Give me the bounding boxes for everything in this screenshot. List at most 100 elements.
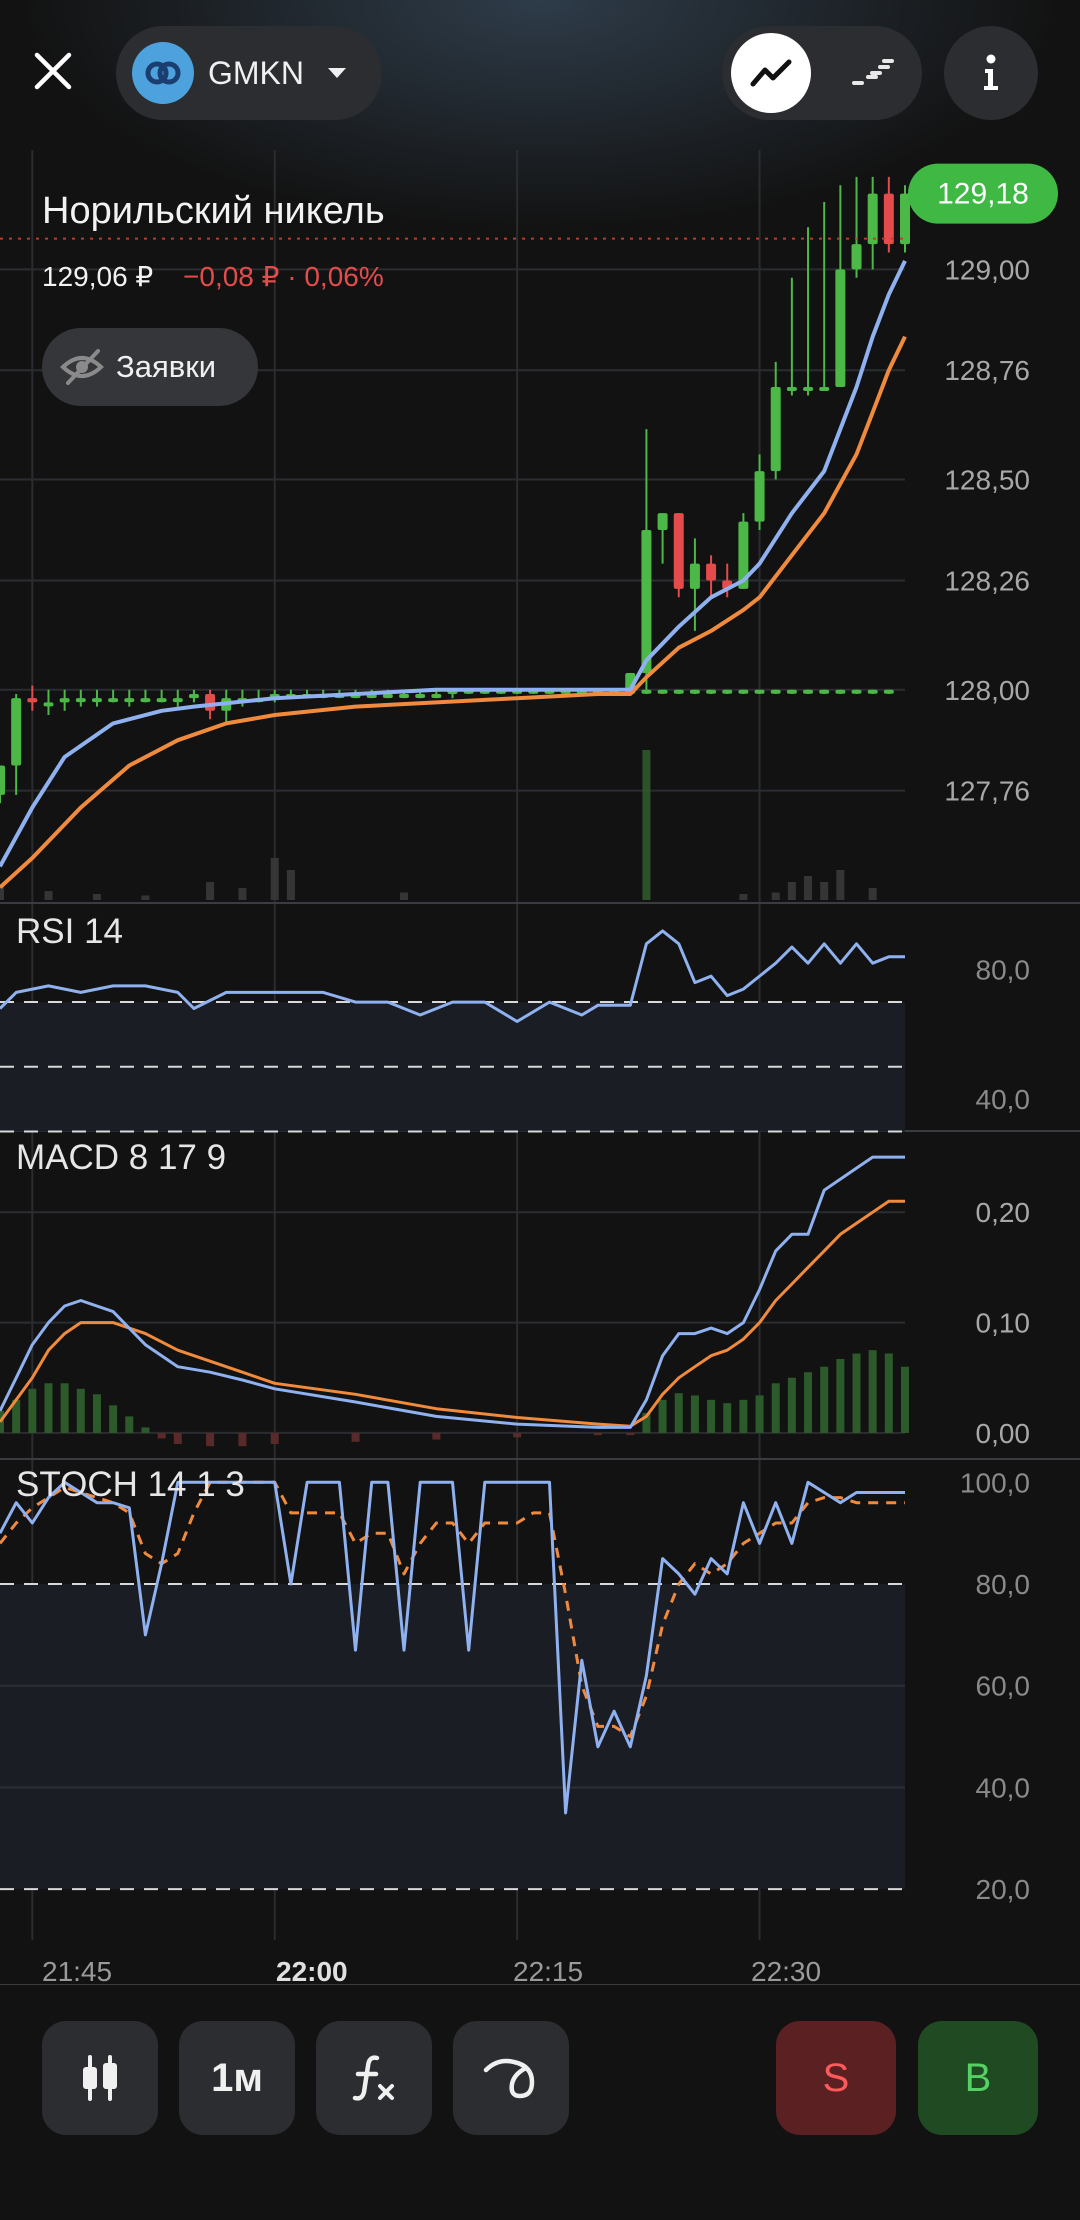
candle-body [754, 471, 765, 522]
macd-histogram-bar [351, 1432, 360, 1442]
current-price: 129,06 ₽ [42, 261, 154, 292]
volume-bar [141, 895, 150, 900]
chevron-down-icon [328, 68, 346, 78]
macd-histogram-bar [658, 1399, 667, 1433]
candle-body [706, 689, 717, 694]
candle-body [431, 693, 442, 698]
close-button[interactable] [18, 36, 88, 106]
candle-body [415, 693, 426, 698]
volume-bar [771, 892, 780, 900]
macd-histogram-bar [868, 1350, 877, 1433]
candle-body [803, 387, 814, 392]
candle-body [867, 689, 878, 694]
price-tick-label: 128,50 [944, 465, 1030, 496]
candle-body [0, 765, 5, 795]
drawing-tools-button[interactable] [453, 2021, 569, 2135]
line-chart-icon [750, 59, 792, 87]
candle-body [43, 702, 54, 707]
candle-body [673, 689, 684, 694]
candle-body [188, 693, 199, 699]
macd-tick-label: 0,20 [976, 1197, 1031, 1228]
macd-histogram-bar [109, 1405, 118, 1433]
indicators-button[interactable] [316, 2021, 432, 2135]
candle-body [11, 698, 22, 766]
price-change: −0,08 ₽ · 0,06% [183, 261, 384, 292]
macd-histogram-bar [60, 1383, 69, 1433]
candle-body [641, 689, 652, 694]
volume-bar [400, 892, 409, 900]
eye-off-icon [60, 349, 104, 385]
candle-body [706, 563, 717, 581]
price-tick-label: 128,76 [944, 355, 1030, 386]
macd-title: MACD 8 17 9 [16, 1138, 227, 1177]
price-tick-label: 129,00 [944, 254, 1030, 285]
rsi-title: RSI 14 [16, 912, 123, 951]
candle-body [883, 193, 894, 245]
stoch-tick-label: 20,0 [976, 1874, 1031, 1905]
volume-bar [820, 882, 829, 900]
macd-histogram-bar [44, 1383, 53, 1433]
macd-line [0, 1155, 905, 1429]
macd-histogram-bar [674, 1393, 683, 1433]
candle-mode-button[interactable] [832, 33, 912, 113]
time-label-2200: 22:00 [276, 1956, 348, 1987]
candle-body [754, 689, 765, 694]
candle-body [803, 689, 814, 694]
candle-body [851, 689, 862, 694]
macd-histogram-bar [28, 1388, 37, 1433]
volume-bar [804, 876, 813, 900]
sell-button[interactable]: S [776, 2021, 896, 2135]
stoch-tick-label: 60,0 [976, 1671, 1031, 1702]
volume-bar [206, 882, 215, 900]
rsi-tick-label: 80,0 [976, 955, 1031, 986]
macd-histogram-bar [852, 1353, 861, 1433]
candle-body [851, 244, 862, 270]
macd-histogram-bar [901, 1366, 909, 1433]
ticker-selector[interactable]: GMKN [116, 26, 382, 120]
volume-bar [739, 894, 748, 900]
info-button[interactable] [944, 26, 1038, 120]
macd-histogram-bar [707, 1399, 716, 1433]
bottom-toolbar: 1м S B [0, 1985, 1080, 2220]
time-label-2145: 21:45 [42, 1956, 113, 1987]
chart-area[interactable]: 129,00 128,76 128,50 128,26 128,00 127,76 129,… [0, 150, 1080, 1985]
macd-histogram-bar [626, 1432, 635, 1436]
buy-button[interactable]: B [918, 2021, 1038, 2135]
price-tick-label: 128,26 [944, 565, 1030, 596]
macd-histogram-bar [836, 1359, 845, 1433]
macd-histogram-bar [238, 1432, 247, 1447]
volume-bar [92, 894, 101, 900]
timeframe-button[interactable]: 1м [179, 2021, 295, 2135]
drawing-icon [483, 2058, 535, 2099]
candle-body [835, 689, 846, 694]
candle-body [27, 698, 38, 703]
macd-histogram-bar [173, 1432, 182, 1444]
macd-histogram-bar [513, 1432, 522, 1438]
candle-body [883, 689, 894, 694]
macd-histogram-bar [593, 1432, 602, 1436]
orders-toggle-button[interactable]: Заявки [42, 328, 258, 406]
candle-body [59, 698, 70, 703]
candles-type-button[interactable] [42, 2021, 158, 2135]
macd-histogram-bar [92, 1394, 101, 1433]
macd-histogram-bar [739, 1399, 748, 1433]
price-row: 129,06 ₽ −0,08 ₽ · 0,06% [42, 260, 384, 293]
line-mode-button[interactable] [731, 33, 811, 113]
candle-body [205, 693, 216, 711]
timeframe-label: 1м [211, 2055, 263, 2100]
macd-histogram-bar [771, 1383, 780, 1433]
volume-bar [44, 891, 53, 900]
macd-histogram-bar [270, 1432, 279, 1444]
candle-body [382, 693, 393, 698]
macd-histogram-bar [804, 1372, 813, 1433]
last-price-badge-text: 129,18 [937, 178, 1029, 211]
candlestick-mode-icon [852, 59, 894, 85]
candle-body [722, 689, 733, 694]
candle-body [641, 530, 652, 673]
candle-body [75, 698, 86, 703]
candle-body [91, 698, 102, 703]
macd-tick-label: 0,10 [976, 1308, 1031, 1339]
candle-body [399, 693, 410, 698]
macd-signal-line [0, 1199, 905, 1428]
macd-histogram-bar [690, 1395, 699, 1433]
